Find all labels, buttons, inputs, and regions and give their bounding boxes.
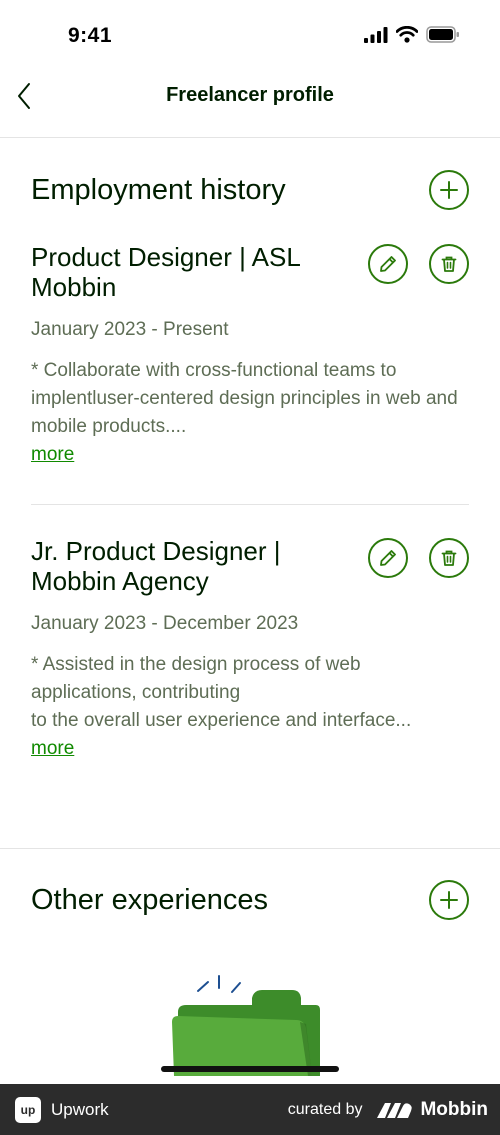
job-description: * Assisted in the design process of web … (31, 654, 412, 731)
job-dates: January 2023 - Present (31, 319, 229, 340)
plus-icon (440, 891, 458, 909)
job-title: Jr. Product Designer | Mobbin Agency (31, 536, 281, 596)
cellular-signal-icon (364, 26, 388, 43)
page-title: Freelancer profile (166, 84, 334, 106)
employment-history-header: Employment history (31, 170, 469, 210)
add-experience-button[interactable] (429, 880, 469, 920)
mobbin-logo-icon (377, 1102, 413, 1118)
job-description: * Collaborate with cross-functional team… (31, 360, 458, 437)
delete-employment-button[interactable] (429, 538, 469, 578)
employment-history-title: Employment history (31, 173, 286, 206)
employment-item: Jr. Product Designer | Mobbin Agency Jan… (31, 536, 469, 763)
curated-by-label: curated by (287, 1100, 363, 1118)
nav-bar: Freelancer profile (0, 70, 500, 138)
plus-icon (440, 181, 458, 199)
battery-icon (426, 26, 459, 43)
job-title: Product Designer | ASL Mobbin (31, 242, 300, 302)
employment-item: Product Designer | ASL Mobbin January 20… (31, 242, 469, 469)
wifi-icon (396, 26, 418, 43)
edit-employment-button[interactable] (368, 244, 408, 284)
pencil-icon (380, 256, 396, 272)
delete-employment-button[interactable] (429, 244, 469, 284)
other-experiences-title: Other experiences (31, 883, 268, 916)
mobbin-brand-name: Mobbin (420, 1098, 488, 1120)
add-employment-button[interactable] (429, 170, 469, 210)
status-bar: 9:41 (0, 0, 500, 70)
footer-brand-name: Upwork (51, 1099, 109, 1119)
upwork-logo-icon: up (15, 1096, 41, 1123)
footer-bar: up Upwork curated by Mobbin (0, 1084, 500, 1135)
more-link[interactable]: more (31, 735, 74, 763)
job-dates: January 2023 - December 2023 (31, 613, 299, 634)
edit-employment-button[interactable] (368, 538, 408, 578)
status-icons (364, 26, 460, 43)
more-link[interactable]: more (31, 441, 74, 469)
mobbin-brand: Mobbin (376, 1099, 488, 1121)
home-indicator (161, 1066, 339, 1072)
section-divider (0, 848, 500, 849)
other-experiences-header: Other experiences (31, 880, 469, 920)
trash-icon (441, 550, 457, 566)
status-time: 9:41 (68, 24, 113, 47)
pencil-icon (380, 550, 396, 566)
divider (31, 504, 469, 505)
trash-icon (441, 256, 457, 272)
